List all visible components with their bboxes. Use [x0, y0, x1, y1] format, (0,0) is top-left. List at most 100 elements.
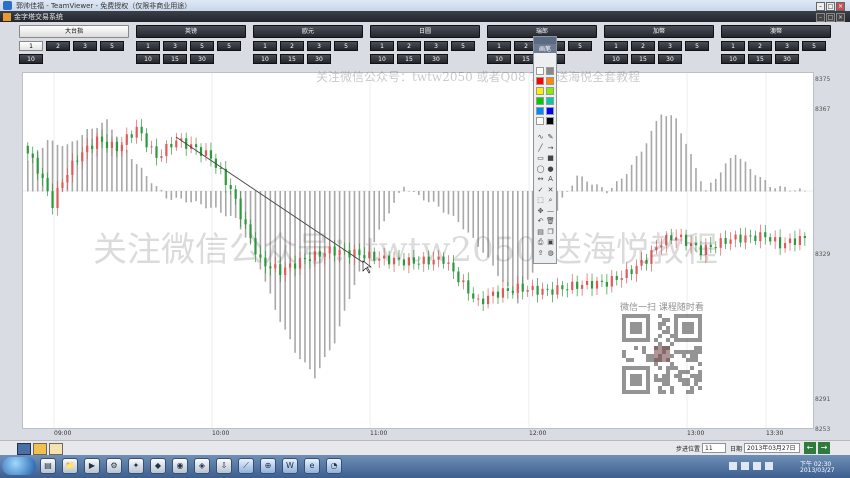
period-button[interactable]: 3	[163, 41, 187, 51]
period-button[interactable]: 30	[775, 54, 799, 64]
print-tool-icon[interactable]: ⎙	[536, 238, 545, 247]
undo-tool-icon[interactable]: ↶	[536, 217, 545, 226]
color-swatch[interactable]	[536, 77, 544, 85]
period-button[interactable]: 1	[487, 41, 511, 51]
app-maximize-button[interactable]: □	[826, 13, 835, 22]
fill-ellipse-tool-icon[interactable]: ●	[546, 165, 555, 174]
period-button[interactable]: 5	[190, 41, 214, 51]
delete-tool-icon[interactable]: 🗑	[546, 217, 555, 226]
lock-icon[interactable]	[49, 443, 63, 455]
period-button[interactable]: 1	[19, 41, 43, 51]
instrument-tab[interactable]: 英镑	[136, 25, 246, 38]
globe-tool-icon[interactable]: ◍	[546, 249, 555, 258]
period-button[interactable]: 3	[73, 41, 97, 51]
page-tool-icon[interactable]: ▤	[536, 228, 545, 237]
fill-rect-tool-icon[interactable]: ■	[546, 154, 555, 163]
period-button[interactable]: 5	[451, 41, 475, 51]
period-button[interactable]: 2	[397, 41, 421, 51]
color-swatch[interactable]	[536, 97, 544, 105]
period-button[interactable]: 10	[19, 54, 43, 64]
period-button[interactable]: 15	[163, 54, 187, 64]
color-swatch[interactable]	[536, 107, 544, 115]
period-button[interactable]: 3	[658, 41, 682, 51]
period-button[interactable]: 1	[253, 41, 277, 51]
period-button[interactable]: 3	[775, 41, 799, 51]
period-button[interactable]: 30	[307, 54, 331, 64]
ie-icon[interactable]: e	[304, 458, 320, 474]
date-select[interactable]: 2013年03月27日	[744, 443, 800, 453]
edit-tool-icon[interactable]	[33, 443, 47, 455]
app-icon[interactable]: ✦	[128, 458, 144, 474]
maximize-button[interactable]: □	[826, 2, 835, 11]
period-button[interactable]: 10	[487, 54, 511, 64]
media-icon[interactable]: ▶	[84, 458, 100, 474]
period-button[interactable]: 15	[631, 54, 655, 64]
close-button[interactable]: ×	[836, 2, 845, 11]
arrow-tool-icon[interactable]: →	[546, 144, 555, 153]
color-swatch[interactable]	[546, 97, 554, 105]
period-button[interactable]: 10	[370, 54, 394, 64]
line-tool-icon[interactable]: ╱	[536, 144, 545, 153]
word-icon[interactable]: W	[282, 458, 298, 474]
select-tool-icon[interactable]: ⬚	[536, 196, 545, 205]
minus-tool-icon[interactable]: —	[546, 207, 555, 216]
prev-arrow-icon[interactable]: ←	[804, 442, 816, 454]
chart-icon[interactable]: ⟋	[238, 458, 254, 474]
text-tool-icon[interactable]: A	[546, 175, 555, 184]
export-tool-icon[interactable]: ⇪	[536, 249, 545, 258]
period-button[interactable]: 1	[721, 41, 745, 51]
color-swatch[interactable]	[536, 117, 544, 125]
period-button[interactable]: 1	[604, 41, 628, 51]
chart-tool-icon[interactable]	[17, 443, 31, 455]
check-tool-icon[interactable]: ✓	[536, 186, 545, 195]
app-close-button[interactable]: ×	[836, 13, 845, 22]
period-button[interactable]: 5	[334, 41, 358, 51]
period-button[interactable]: 30	[190, 54, 214, 64]
app-minimize-button[interactable]: –	[816, 13, 825, 22]
color-swatch[interactable]	[546, 117, 554, 125]
period-button[interactable]: 10	[604, 54, 628, 64]
instrument-tab[interactable]: 欧元	[253, 25, 363, 38]
period-button[interactable]: 2	[631, 41, 655, 51]
tray-volume-icon[interactable]	[753, 462, 761, 470]
cross-tool-icon[interactable]: ✕	[546, 186, 555, 195]
drawing-palette[interactable]: 画笔 ∿ ✎ ╱ → ▭ ■ ◯ ● ↔ A ✓ ✕ ⬚ ⌕ ✥ — ↶ 🗑 ▤ ❐ ⎙ ▣ ⇪ ◍	[533, 36, 557, 264]
settings-icon[interactable]: ⚙	[106, 458, 122, 474]
move-tool-icon[interactable]: ↔	[536, 175, 545, 184]
instrument-tab[interactable]: 加幣	[604, 25, 714, 38]
period-button[interactable]: 1	[370, 41, 394, 51]
start-button[interactable]	[2, 457, 36, 475]
period-button[interactable]: 10	[253, 54, 277, 64]
file-manager-icon[interactable]: ▤	[40, 458, 56, 474]
ellipse-tool-icon[interactable]: ◯	[536, 165, 545, 174]
period-button[interactable]: 2	[46, 41, 70, 51]
copy-tool-icon[interactable]: ❐	[546, 228, 555, 237]
pen-tool-icon[interactable]: ∿	[536, 133, 545, 142]
period-button[interactable]: 2	[280, 41, 304, 51]
period-button[interactable]: 10	[136, 54, 160, 64]
period-button[interactable]: 1	[136, 41, 160, 51]
chrome-icon[interactable]: ◉	[172, 458, 188, 474]
period-button[interactable]: 5	[100, 41, 124, 51]
color-swatch[interactable]	[536, 67, 544, 75]
instrument-tab[interactable]: 日圆	[370, 25, 480, 38]
instrument-tab[interactable]: 大台指	[19, 25, 129, 38]
period-button[interactable]: 2	[748, 41, 772, 51]
save-tool-icon[interactable]: ▣	[546, 238, 555, 247]
color-swatch[interactable]	[546, 107, 554, 115]
period-button[interactable]: 15	[280, 54, 304, 64]
next-arrow-icon[interactable]: →	[818, 442, 830, 454]
tray-ime-icon[interactable]	[765, 462, 773, 470]
powerpoint-icon[interactable]: ◆	[150, 458, 166, 474]
teamviewer-icon[interactable]: ⊕	[260, 458, 276, 474]
period-button[interactable]: 5	[685, 41, 709, 51]
tray-flag-icon[interactable]	[729, 462, 737, 470]
period-button[interactable]: 15	[397, 54, 421, 64]
color-swatch[interactable]	[546, 77, 554, 85]
step-input[interactable]: 11	[702, 443, 726, 453]
period-button[interactable]: 3	[307, 41, 331, 51]
period-button[interactable]: 15	[748, 54, 772, 64]
period-button[interactable]: 5	[802, 41, 826, 51]
qq-icon[interactable]: ◔	[326, 458, 342, 474]
period-button[interactable]: 30	[658, 54, 682, 64]
